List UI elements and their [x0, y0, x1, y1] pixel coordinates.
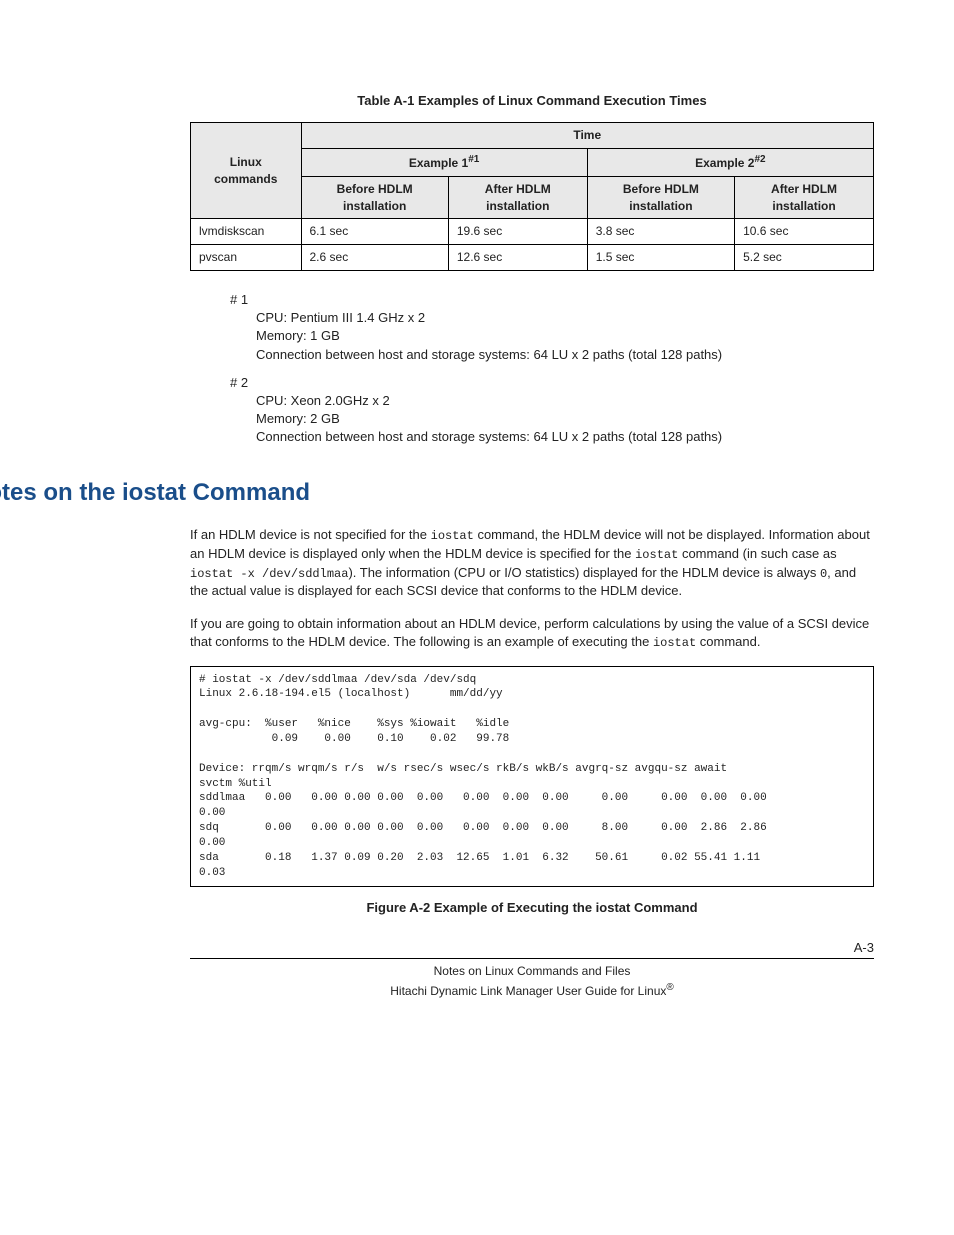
footnote-1-cpu: CPU: Pentium III 1.4 GHz x 2 [256, 309, 874, 327]
footer-sub-text: Hitachi Dynamic Link Manager User Guide … [390, 984, 666, 998]
col-example-1-label: Example 1 [409, 156, 468, 170]
paragraph-1: If an HDLM device is not specified for t… [190, 526, 874, 601]
cell-cmd: lvmdiskscan [191, 219, 302, 245]
table-row: lvmdiskscan 6.1 sec 19.6 sec 3.8 sec 10.… [191, 219, 874, 245]
text: command (in such case as [678, 546, 836, 561]
table-row: pvscan 2.6 sec 12.6 sec 1.5 sec 5.2 sec [191, 245, 874, 271]
col-e1-before: Before HDLM installation [301, 176, 448, 219]
console-output: # iostat -x /dev/sddlmaa /dev/sda /dev/s… [190, 666, 874, 888]
text: If an HDLM device is not specified for t… [190, 527, 431, 542]
cell-e1b: 6.1 sec [301, 219, 448, 245]
col-e2-before: Before HDLM installation [587, 176, 734, 219]
footnote-1-mem: Memory: 1 GB [256, 327, 874, 345]
footnotes: # 1 CPU: Pentium III 1.4 GHz x 2 Memory:… [230, 291, 874, 447]
col-time: Time [301, 123, 874, 149]
text: ). The information (CPU or I/O statistic… [348, 565, 820, 580]
inline-code: iostat [431, 529, 474, 543]
cell-e2b: 1.5 sec [587, 245, 734, 271]
footer-sub: Hitachi Dynamic Link Manager User Guide … [190, 981, 874, 1000]
footnote-1-conn: Connection between host and storage syst… [256, 346, 874, 364]
col-example-1: Example 1#1 [301, 148, 587, 176]
registered-icon: ® [666, 982, 673, 993]
footnote-2-tag: # 2 [230, 374, 874, 392]
cell-e1a: 12.6 sec [448, 245, 587, 271]
footer-title: Notes on Linux Commands and Files [434, 964, 631, 978]
paragraph-2: If you are going to obtain information a… [190, 615, 874, 652]
col-example-2: Example 2#2 [587, 148, 873, 176]
footnote-2-mem: Memory: 2 GB [256, 410, 874, 428]
footnote-2-conn: Connection between host and storage syst… [256, 428, 874, 446]
inline-code: iostat -x /dev/sddlmaa [190, 567, 348, 581]
page-number: A-3 [854, 939, 874, 957]
cell-e2a: 10.6 sec [735, 219, 874, 245]
inline-code: iostat [653, 636, 696, 650]
cell-e2b: 3.8 sec [587, 219, 734, 245]
footnote-2-cpu: CPU: Xeon 2.0GHz x 2 [256, 392, 874, 410]
section-heading: Notes on the iostat Command [0, 476, 874, 510]
exec-times-table: Linux commands Time Example 1#1 Example … [190, 122, 874, 271]
col-linux-commands: Linux commands [191, 123, 302, 219]
figure-caption: Figure A-2 Example of Executing the iost… [190, 899, 874, 917]
cell-cmd: pvscan [191, 245, 302, 271]
table-caption: Table A-1 Examples of Linux Command Exec… [190, 92, 874, 110]
col-example-1-sup: #1 [468, 154, 479, 165]
cell-e1b: 2.6 sec [301, 245, 448, 271]
col-e1-after: After HDLM installation [448, 176, 587, 219]
col-example-2-label: Example 2 [695, 156, 754, 170]
cell-e2a: 5.2 sec [735, 245, 874, 271]
text: If you are going to obtain information a… [190, 616, 869, 649]
footnote-1-tag: # 1 [230, 291, 874, 309]
col-example-2-sup: #2 [754, 154, 765, 165]
inline-code: iostat [635, 548, 678, 562]
cell-e1a: 19.6 sec [448, 219, 587, 245]
footer-top: Notes on Linux Commands and Files A-3 [190, 958, 874, 980]
text: command. [696, 634, 760, 649]
col-e2-after: After HDLM installation [735, 176, 874, 219]
